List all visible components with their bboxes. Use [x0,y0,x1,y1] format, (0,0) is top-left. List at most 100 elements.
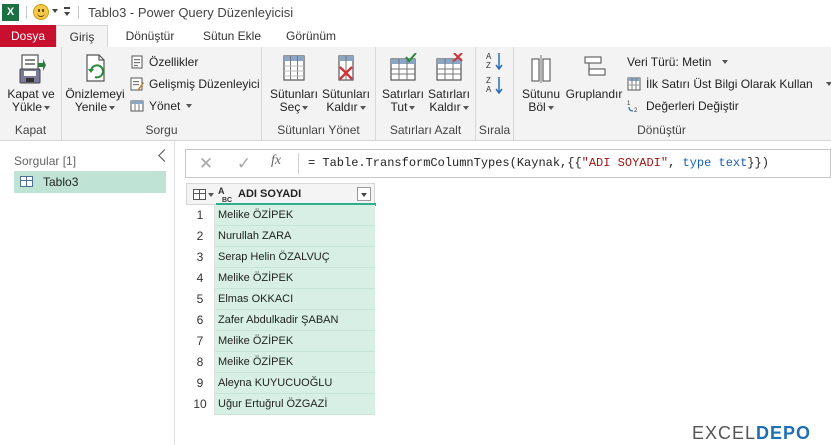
refresh-preview-button[interactable]: Önizlemeyi Yenile [64,53,126,114]
tab-view[interactable]: Görünüm [280,25,342,47]
chevron-down-icon[interactable] [208,193,214,197]
table-cell[interactable]: Melike ÖZİPEK [215,268,375,289]
query-item-tablo3[interactable]: Tablo3 [14,171,166,193]
row-number[interactable]: 1 [186,205,215,226]
row-number[interactable]: 8 [186,352,215,373]
remove-columns-icon [338,55,354,81]
table-row[interactable]: 4 Melike ÖZİPEK [186,268,375,289]
row-number[interactable]: 4 [186,268,215,289]
use-first-row-as-headers-icon [627,77,641,91]
chevron-down-icon [722,60,728,64]
split-column-icon [531,55,551,83]
remove-columns-button[interactable]: Sütunları Kaldır [320,53,372,114]
table-cell[interactable]: Zafer Abdulkadir ŞABAN [215,310,375,331]
tab-home[interactable]: Giriş [56,25,108,48]
fx-icon: fx [271,153,282,168]
close-and-load-button[interactable]: Kapat ve Yükle [4,53,58,114]
confirm-formula-icon[interactable]: ✓ [233,154,255,174]
replace-values-icon: 12 [627,101,638,113]
choose-columns-label-2: Seç [279,100,301,114]
close-and-load-icon [19,54,46,84]
type-icon-top: A [218,186,225,196]
table-row[interactable]: 1 Melike ÖZİPEK [186,205,375,226]
keep-rows-label-2: Tut [390,100,408,114]
svg-text:2: 2 [634,108,638,113]
column-filter-button[interactable] [357,187,371,201]
group-by-button[interactable]: Gruplandır [564,53,624,101]
watermark-text-b: DEPO [756,423,812,443]
table-cell[interactable]: Aleyna KUYUCUOĞLU [215,373,375,394]
keep-rows-button[interactable]: Satırları Tut [380,53,426,114]
remove-rows-button[interactable]: Satırları Kaldır [426,53,472,114]
row-number[interactable]: 7 [186,331,215,352]
data-type-label: Veri Türü: Metin [627,55,712,69]
column-header-adi-soyadi[interactable]: A BC ADI SOYADI [216,184,376,205]
group-label-manage-columns: Sütunları Yönet [277,123,360,137]
choose-columns-icon [283,55,305,81]
tab-transform[interactable]: Dönüştür [118,25,182,47]
customize-quick-access-icon[interactable] [63,6,71,18]
close-and-load-label-2: Yükle [11,100,43,114]
chevron-down-icon [547,105,554,110]
keep-rows-icon [390,53,417,81]
row-number[interactable]: 10 [186,394,215,415]
table-cell[interactable]: Melike ÖZİPEK [215,205,375,226]
svg-text:1: 1 [627,101,631,107]
table-row[interactable]: 6 Zafer Abdulkadir ŞABAN [186,310,375,331]
split-column-label-2: Böl [528,100,546,114]
row-number[interactable]: 5 [186,289,215,310]
table-cell[interactable]: Melike ÖZİPEK [215,352,375,373]
table-row[interactable]: 2 Nurullah ZARA [186,226,375,247]
table-row[interactable]: 3 Serap Helin ÖZALVUÇ [186,247,375,268]
formula-text[interactable]: = Table.TransformColumnTypes(Kaynak,{{"A… [308,156,769,170]
table-row[interactable]: 7 Melike ÖZİPEK [186,331,375,352]
table-row[interactable]: 10 Uğur Ertuğrul ÖZGAZİ [186,394,375,415]
cancel-formula-icon[interactable]: ✕ [195,154,217,174]
queries-pane: Sorgular [1] Tablo3 [0,141,175,445]
grid-header: A BC ADI SOYADI [186,183,376,206]
table-row[interactable]: 5 Elmas OKKACI [186,289,375,310]
tab-add-column[interactable]: Sütun Ekle [196,25,268,47]
manage-table-icon [130,100,144,112]
svg-text:A: A [486,85,492,94]
chevron-down-icon [826,82,831,86]
table-row[interactable]: 9 Aleyna KUYUCUOĞLU [186,373,375,394]
row-number[interactable]: 3 [186,247,215,268]
collapse-pane-icon[interactable] [158,149,171,162]
table-cell[interactable]: Uğur Ertuğrul ÖZGAZİ [215,394,375,415]
table-cell[interactable]: Nurullah ZARA [215,226,375,247]
excel-logo-icon: X [2,4,19,21]
feedback-dropdown-icon[interactable] [52,9,58,13]
window-title: Tablo3 - Power Query Düzenleyicisi [88,5,294,20]
formula-bar: ✕ ✓ fx = Table.TransformColumnTypes(Kayn… [185,149,831,178]
column-title: ADI SOYADI [238,188,302,200]
formula-separator [298,153,299,174]
formula-string: "ADI SOYADI" [581,156,669,170]
table-cell[interactable]: Elmas OKKACI [215,289,375,310]
group-label-sort: Sırala [478,123,511,137]
ribbon: Kapat ve Yükle Kapat Önizlemeyi Yenile Ö… [0,47,831,141]
svg-text:Z: Z [486,61,491,70]
group-query: Önizlemeyi Yenile Özellikler Gelişmiş Dü… [62,47,262,140]
table-cell[interactable]: Serap Helin ÖZALVUÇ [215,247,375,268]
row-number[interactable]: 6 [186,310,215,331]
table-menu-icon[interactable] [193,189,206,200]
title-separator [26,6,27,19]
sort-ascending-button[interactable]: A Z [485,51,505,71]
table-row[interactable]: 8 Melike ÖZİPEK [186,352,375,373]
row-number[interactable]: 2 [186,226,215,247]
choose-columns-button[interactable]: Sütunları Seç [268,53,320,114]
table-icon [20,176,33,187]
split-column-button[interactable]: Sütunu Böl [516,53,566,114]
advanced-editor-label: Gelişmiş Düzenleyici [149,77,260,91]
table-cell[interactable]: Melike ÖZİPEK [215,331,375,352]
properties-label: Özellikler [149,55,199,69]
tab-file[interactable]: Dosya [0,25,56,47]
chevron-down-icon [462,105,469,110]
row-number[interactable]: 9 [186,373,215,394]
group-by-label: Gruplandır [565,87,623,101]
sort-descending-icon: Z A [486,76,503,95]
sort-descending-button[interactable]: Z A [485,75,505,95]
group-label-query: Sorgu [145,123,178,137]
feedback-smiley-icon[interactable] [33,4,49,20]
